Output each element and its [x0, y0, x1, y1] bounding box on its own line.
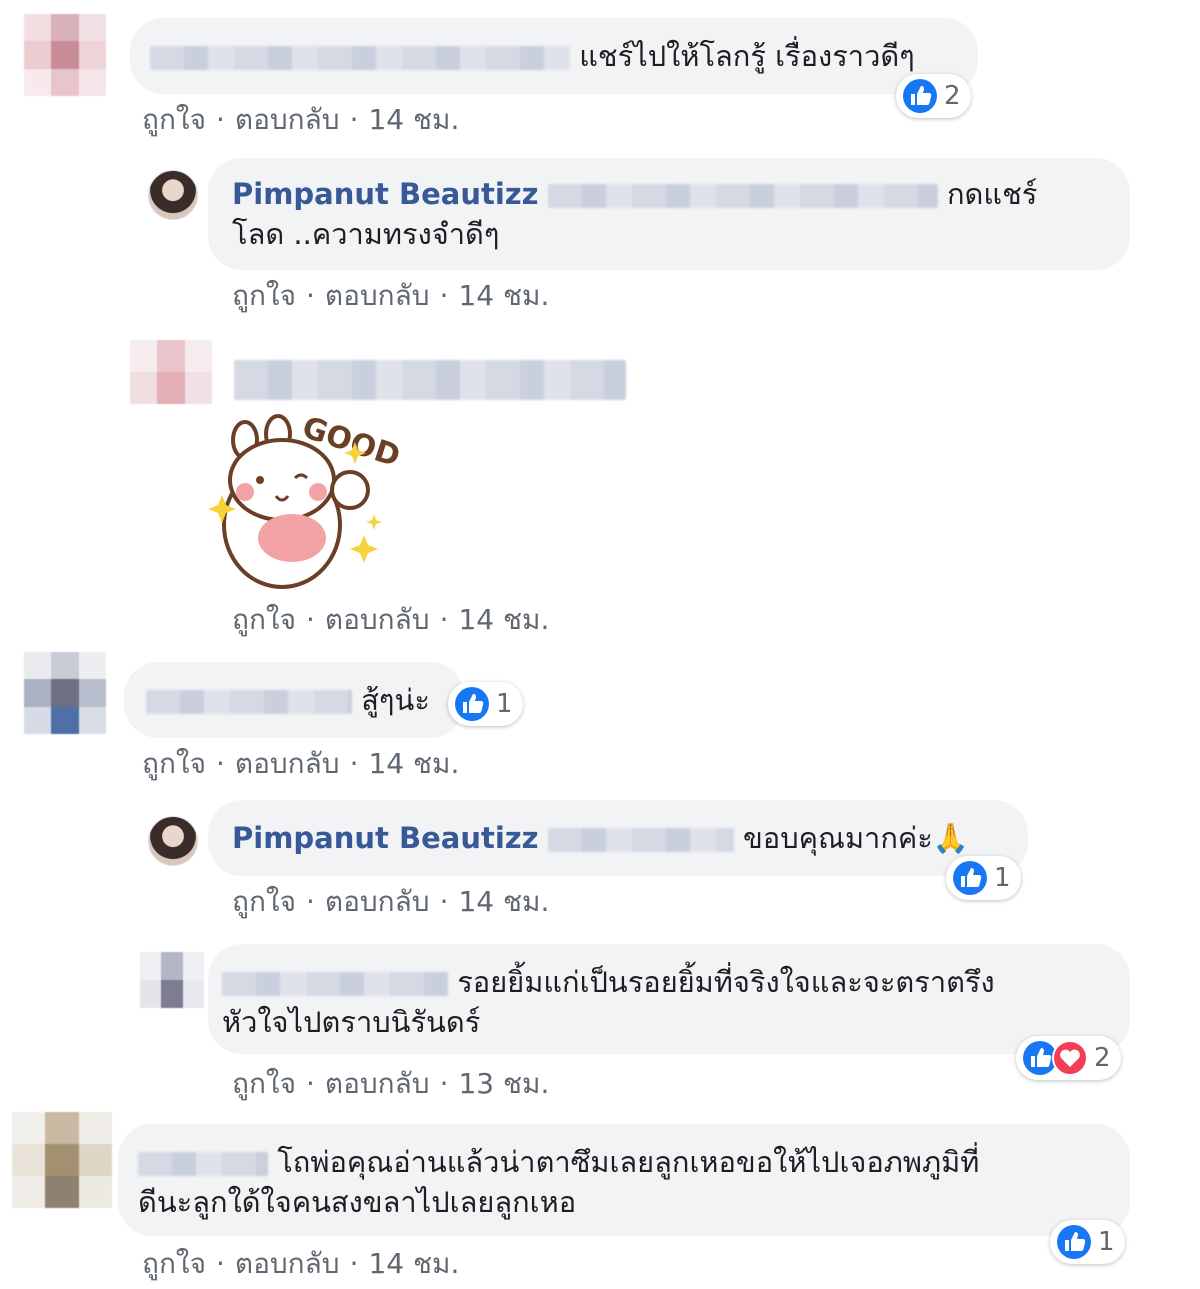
comment-text-line2: หัวใจไปตราบนิรันดร์: [222, 1005, 481, 1039]
reaction-summary[interactable]: 2: [896, 74, 971, 118]
redacted-name[interactable]: [138, 1152, 268, 1176]
reaction-summary[interactable]: 1: [946, 856, 1021, 900]
like-link[interactable]: ถูกใจ: [232, 1067, 296, 1100]
like-icon: [1057, 1225, 1091, 1259]
redacted-tag[interactable]: [547, 184, 938, 208]
comment-bubble: Pimpanut Beautizz กดแชร์ โลด ..ความทรงจำ…: [208, 158, 1130, 270]
author-name[interactable]: Pimpanut Beautizz: [232, 177, 539, 211]
like-link[interactable]: ถูกใจ: [232, 279, 296, 312]
comment-text-line1: กดแชร์: [946, 177, 1038, 211]
timestamp[interactable]: 13 ชม.: [458, 1067, 549, 1100]
reaction-count: 2: [944, 81, 961, 111]
like-icon: [953, 861, 987, 895]
timestamp[interactable]: 14 ชม.: [368, 103, 459, 136]
redacted-name[interactable]: [222, 972, 448, 996]
redacted-name[interactable]: [146, 690, 352, 714]
timestamp[interactable]: 14 ชม.: [458, 279, 549, 312]
comment-actions: ถูกใจ · ตอบกลับ · 14 ชม.: [232, 603, 550, 636]
avatar[interactable]: [24, 14, 106, 96]
reply-link[interactable]: ตอบกลับ: [235, 103, 340, 136]
avatar[interactable]: [148, 816, 198, 866]
comment-actions: ถูกใจ · ตอบกลับ · 14 ชม.: [142, 103, 460, 136]
comment-bubble: Pimpanut Beautizz ขอบคุณมากค่ะ🙏: [208, 800, 1028, 876]
author-name[interactable]: Pimpanut Beautizz: [232, 821, 539, 855]
comment-actions: ถูกใจ · ตอบกลับ · 14 ชม.: [232, 885, 550, 918]
reaction-count: 1: [1098, 1227, 1115, 1257]
reaction-summary[interactable]: 1: [1050, 1220, 1125, 1264]
timestamp[interactable]: 14 ชม.: [458, 885, 549, 918]
love-icon: [1052, 1040, 1088, 1076]
like-icon: [903, 79, 937, 113]
timestamp[interactable]: 14 ชม.: [368, 1247, 459, 1280]
comment-text-line2: ดีนะลูกใด้ใจคนสงขลาไปเลยลูกเหอ: [138, 1185, 577, 1219]
redacted-name[interactable]: [234, 360, 626, 400]
reply-link[interactable]: ตอบกลับ: [325, 603, 430, 636]
comment-bubble: สู้ๆน่ะ: [124, 662, 464, 738]
comment-bubble: แชร์ไปให้โลกรู้ เรื่องราวดีๆ: [130, 18, 978, 94]
comment-actions: ถูกใจ · ตอบกลับ · 14 ชม.: [142, 747, 460, 780]
avatar[interactable]: [12, 1112, 112, 1208]
comment-actions: ถูกใจ · ตอบกลับ · 14 ชม.: [142, 1247, 460, 1280]
reaction-count: 2: [1094, 1043, 1111, 1073]
avatar[interactable]: [140, 952, 204, 1008]
good-sticker[interactable]: GOOD: [200, 410, 404, 600]
avatar[interactable]: [24, 652, 106, 734]
comment-text-line1: โถพ่อคุณอ่านแล้วน่าตาซึมเลยลูกเหอขอให้ไป…: [277, 1145, 980, 1179]
like-icon: [455, 687, 489, 721]
like-link[interactable]: ถูกใจ: [142, 1247, 206, 1280]
comment-text: สู้ๆน่ะ: [361, 683, 430, 717]
reaction-count: 1: [994, 863, 1011, 893]
timestamp[interactable]: 14 ชม.: [368, 747, 459, 780]
avatar[interactable]: [148, 170, 198, 220]
reaction-summary[interactable]: 1: [448, 682, 523, 726]
comment-bubble: รอยยิ้มแก่เป็นรอยยิ้มที่จริงใจและจะตราตร…: [208, 944, 1130, 1054]
comment-bubble: โถพ่อคุณอ่านแล้วน่าตาซึมเลยลูกเหอขอให้ไป…: [118, 1124, 1130, 1236]
reply-link[interactable]: ตอบกลับ: [235, 1247, 340, 1280]
redacted-name[interactable]: [150, 46, 570, 70]
reply-link[interactable]: ตอบกลับ: [325, 1067, 430, 1100]
reply-link[interactable]: ตอบกลับ: [325, 885, 430, 918]
like-link[interactable]: ถูกใจ: [142, 747, 206, 780]
avatar[interactable]: [130, 340, 212, 404]
comment-text: ขอบคุณมากค่ะ🙏: [742, 821, 969, 855]
like-link[interactable]: ถูกใจ: [232, 603, 296, 636]
comment-actions: ถูกใจ · ตอบกลับ · 13 ชม.: [232, 1067, 550, 1100]
timestamp[interactable]: 14 ชม.: [458, 603, 549, 636]
redacted-tag[interactable]: [547, 828, 734, 852]
reaction-count: 1: [496, 689, 513, 719]
comment-text-line2: โลด ..ความทรงจำดีๆ: [232, 217, 500, 251]
reply-link[interactable]: ตอบกลับ: [325, 279, 430, 312]
reply-link[interactable]: ตอบกลับ: [235, 747, 340, 780]
comment-actions: ถูกใจ · ตอบกลับ · 14 ชม.: [232, 279, 550, 312]
like-link[interactable]: ถูกใจ: [142, 103, 206, 136]
comment-text-line1: รอยยิ้มแก่เป็นรอยยิ้มที่จริงใจและจะตราตร…: [457, 965, 995, 999]
comment-text: แชร์ไปให้โลกรู้ เรื่องราวดีๆ: [579, 39, 915, 73]
reaction-summary[interactable]: 2: [1016, 1036, 1121, 1080]
like-link[interactable]: ถูกใจ: [232, 885, 296, 918]
